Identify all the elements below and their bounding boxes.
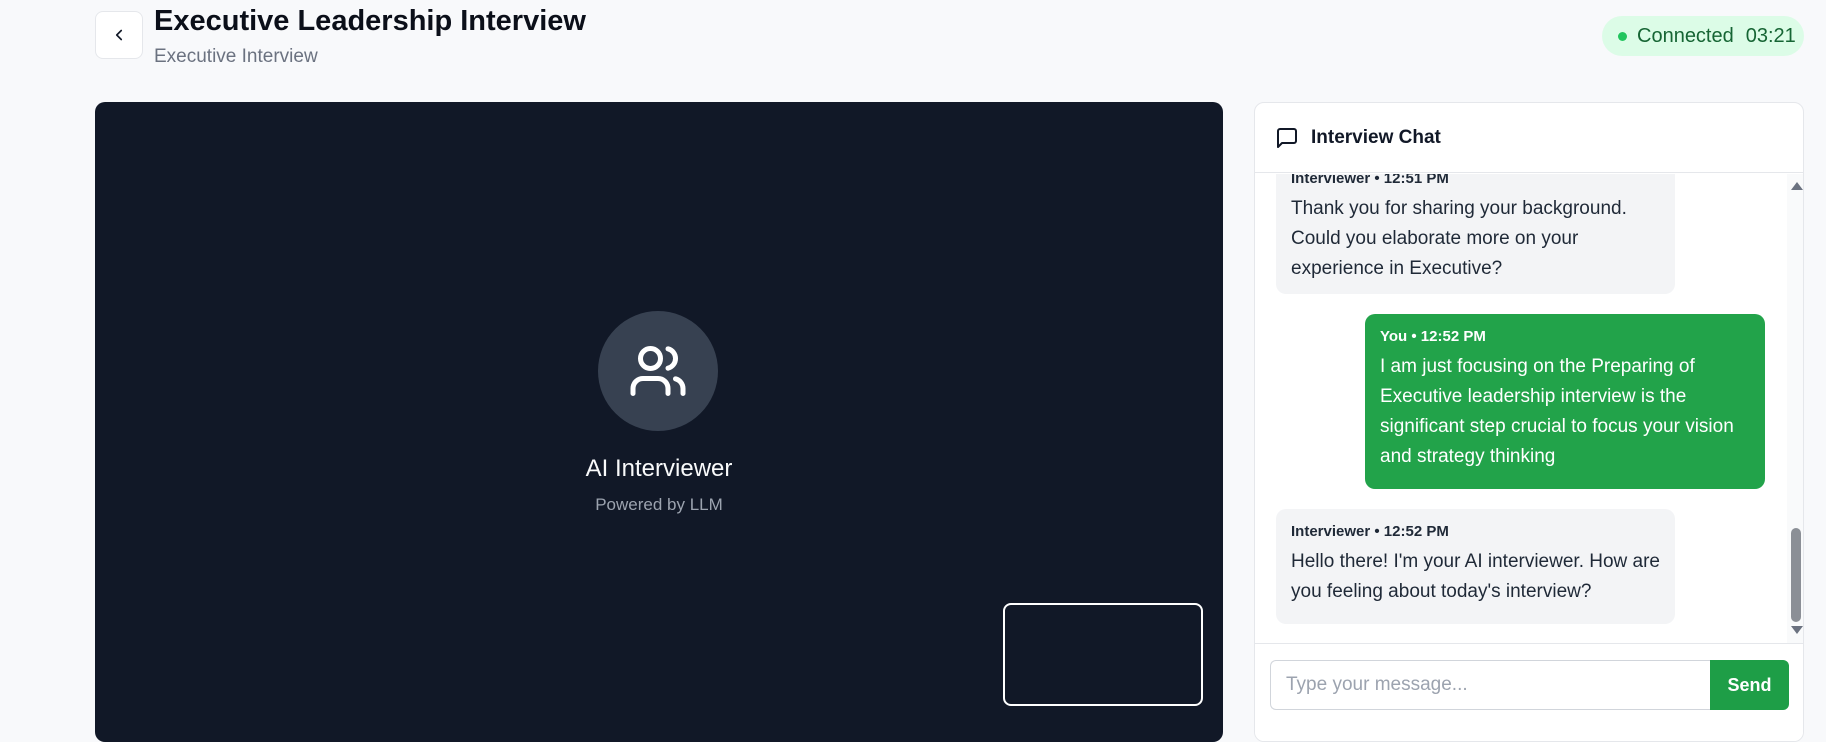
message-meta: You • 12:52 PM: [1380, 328, 1486, 345]
status-label: Connected: [1637, 24, 1734, 47]
ai-interviewer-name: AI Interviewer: [585, 455, 733, 482]
message-text: Hello there! I'm your AI interviewer. Ho…: [1291, 551, 1660, 602]
users-icon: [630, 346, 686, 396]
page-subtitle: Executive Interview: [154, 46, 318, 67]
message-meta: Interviewer • 12:52 PM: [1291, 523, 1449, 540]
send-button[interactable]: Send: [1710, 660, 1789, 710]
chat-scrollbar[interactable]: [1787, 174, 1803, 643]
connection-status-badge: Connected 03:21: [1602, 16, 1804, 56]
call-timer: 03:21: [1745, 24, 1796, 47]
chat-header: Interview Chat: [1255, 103, 1803, 173]
page-title: Executive Leadership Interview: [154, 5, 586, 37]
chat-message-user: You • 12:52 PM I am just focusing on the…: [1365, 314, 1765, 489]
message-square-icon: [1277, 127, 1297, 148]
ai-avatar: [598, 311, 718, 431]
message-text: I am just focusing on the Preparing of E…: [1380, 356, 1734, 467]
scroll-up-arrow-icon[interactable]: [1791, 182, 1803, 190]
chat-panel: Interview Chat Interviewer • 12:51 PM Th…: [1254, 102, 1804, 742]
back-button[interactable]: [95, 11, 143, 59]
scroll-thumb[interactable]: [1791, 528, 1801, 622]
chat-input-bar: Send: [1255, 643, 1803, 741]
ai-powered-by: Powered by LLM: [595, 495, 723, 514]
status-dot-icon: [1618, 31, 1627, 41]
self-video-preview: [1003, 603, 1203, 706]
message-meta: Interviewer • 12:51 PM: [1291, 174, 1449, 187]
chevron-left-icon: [115, 29, 123, 41]
video-panel: AI Interviewer Powered by LLM: [95, 102, 1223, 742]
chat-message-list: Interviewer • 12:51 PM Thank you for sha…: [1255, 174, 1787, 643]
message-text: Thank you for sharing your background. C…: [1291, 198, 1627, 279]
scroll-down-arrow-icon[interactable]: [1791, 626, 1803, 634]
chat-message-input[interactable]: [1270, 660, 1710, 710]
chat-message-interviewer: Interviewer • 12:51 PM Thank you for sha…: [1276, 174, 1675, 294]
chat-title: Interview Chat: [1311, 126, 1441, 148]
chat-message-interviewer: Interviewer • 12:52 PM Hello there! I'm …: [1276, 509, 1675, 624]
